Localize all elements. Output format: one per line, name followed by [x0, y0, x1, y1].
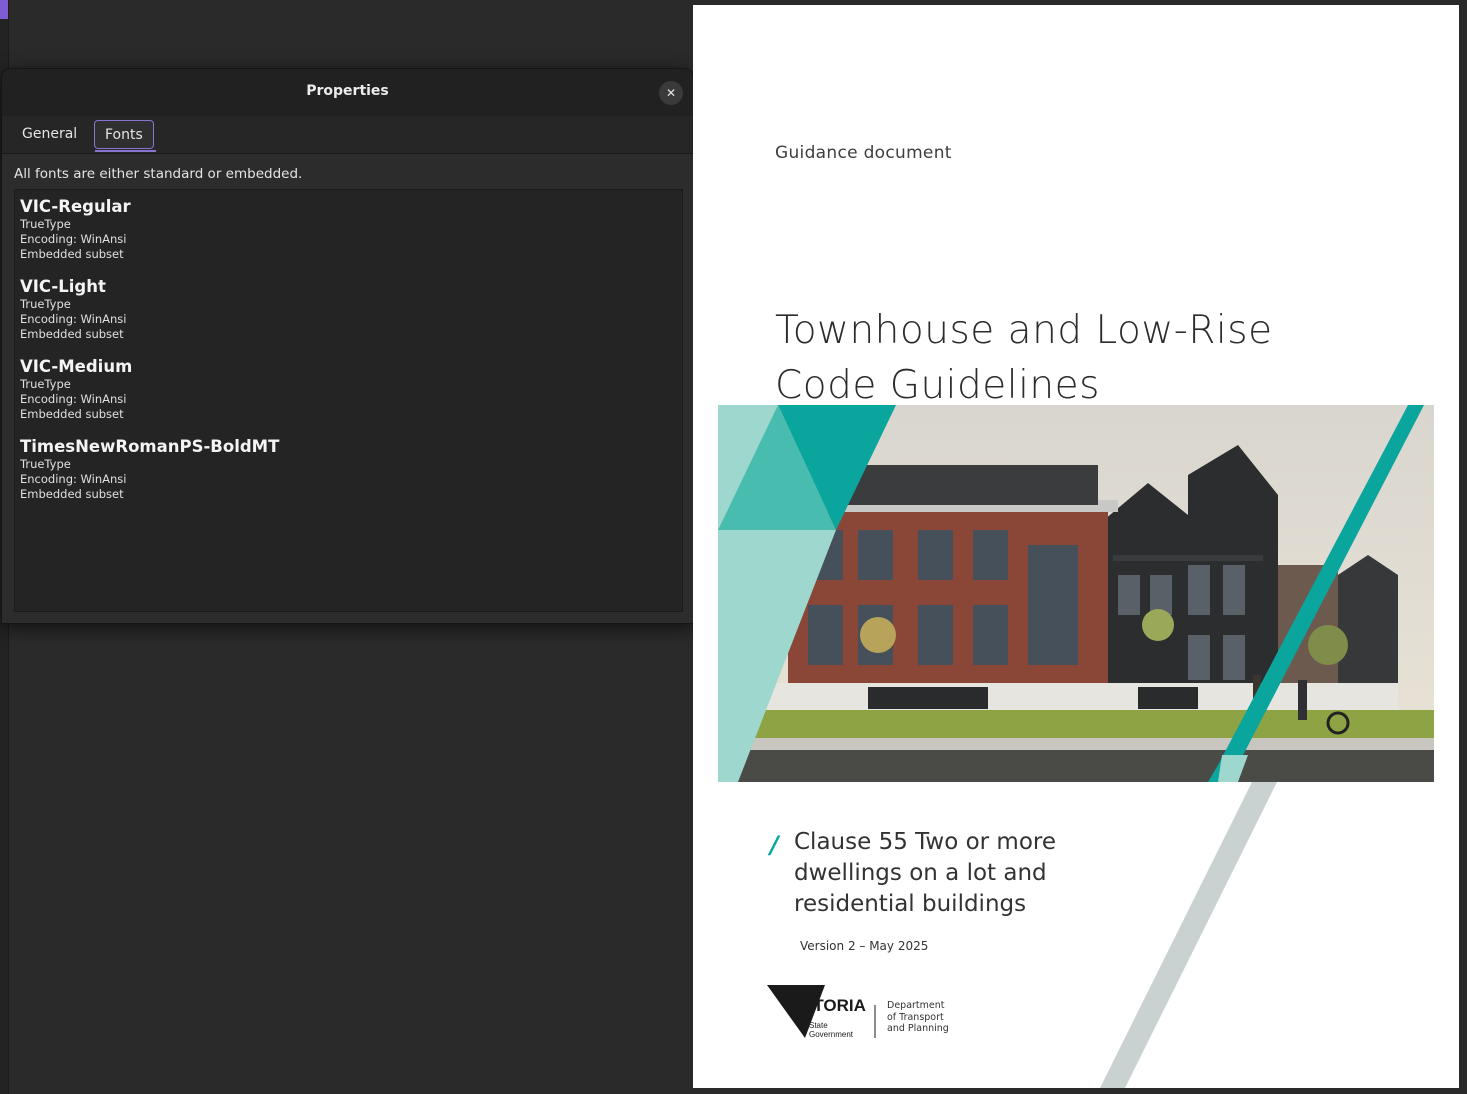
list-item[interactable]: VIC-Medium TrueType Encoding: WinAnsi Em… — [20, 357, 132, 422]
font-type: TrueType — [20, 457, 71, 471]
version-label: Version 2 – May 2025 — [800, 939, 929, 953]
clause-line: dwellings on a lot and — [794, 860, 1047, 886]
department-line: of Transport — [887, 1011, 944, 1023]
cover-photo — [718, 405, 1434, 782]
department-line: Department — [887, 1000, 945, 1011]
tab-general[interactable]: General — [12, 120, 87, 149]
logo-wordmark: VICTORIA — [785, 996, 866, 1015]
department-line: and Planning — [887, 1023, 949, 1034]
font-name: VIC-Medium — [20, 357, 133, 376]
department-name: Department of Transport and Planning — [887, 1000, 949, 1035]
logo-sub-line: Government — [809, 1030, 854, 1039]
tab-fonts[interactable]: Fonts — [94, 120, 154, 149]
active-tab-indicator — [95, 150, 156, 152]
font-embedding: Embedded subset — [20, 407, 124, 421]
font-list[interactable]: VIC-Regular TrueType Encoding: WinAnsi E… — [14, 189, 683, 612]
close-button[interactable]: ✕ — [659, 81, 683, 105]
document-page: Guidance document Townhouse and Low-Rise… — [693, 5, 1459, 1088]
font-encoding: Encoding: WinAnsi — [20, 392, 127, 406]
dialog-title: Properties — [306, 83, 389, 99]
properties-dialog: Properties ✕ General Fonts All fonts are… — [1, 68, 694, 624]
list-item[interactable]: VIC-Light TrueType Encoding: WinAnsi Emb… — [20, 277, 126, 342]
clause-heading: Clause 55 Two or more dwellings on a lot… — [794, 827, 1056, 920]
clause-slash-mark: / — [770, 831, 779, 859]
tab-bar: General Fonts — [2, 116, 693, 154]
font-name: TimesNewRomanPS-BoldMT — [20, 437, 280, 456]
font-encoding: Encoding: WinAnsi — [20, 232, 127, 246]
font-type: TrueType — [20, 217, 71, 231]
font-type: TrueType — [20, 377, 71, 391]
accent-indicator — [0, 0, 8, 19]
font-type: TrueType — [20, 297, 71, 311]
list-item[interactable]: VIC-Regular TrueType Encoding: WinAnsi E… — [20, 197, 131, 262]
font-embedding: Embedded subset — [20, 327, 124, 341]
list-item[interactable]: TimesNewRomanPS-BoldMT TrueType Encoding… — [20, 437, 279, 502]
font-name: VIC-Light — [20, 277, 106, 296]
font-name: VIC-Regular — [20, 197, 131, 216]
close-icon: ✕ — [665, 86, 677, 100]
font-embedding: Embedded subset — [20, 487, 124, 501]
font-encoding: Encoding: WinAnsi — [20, 312, 127, 326]
fonts-summary: All fonts are either standard or embedde… — [14, 166, 303, 182]
clause-line: residential buildings — [794, 891, 1027, 917]
dialog-header: Properties ✕ — [2, 69, 693, 117]
clause-line: Clause 55 Two or more — [794, 829, 1056, 855]
logo-sub-line: State — [809, 1021, 828, 1030]
font-encoding: Encoding: WinAnsi — [20, 472, 127, 486]
font-embedding: Embedded subset — [20, 247, 124, 261]
